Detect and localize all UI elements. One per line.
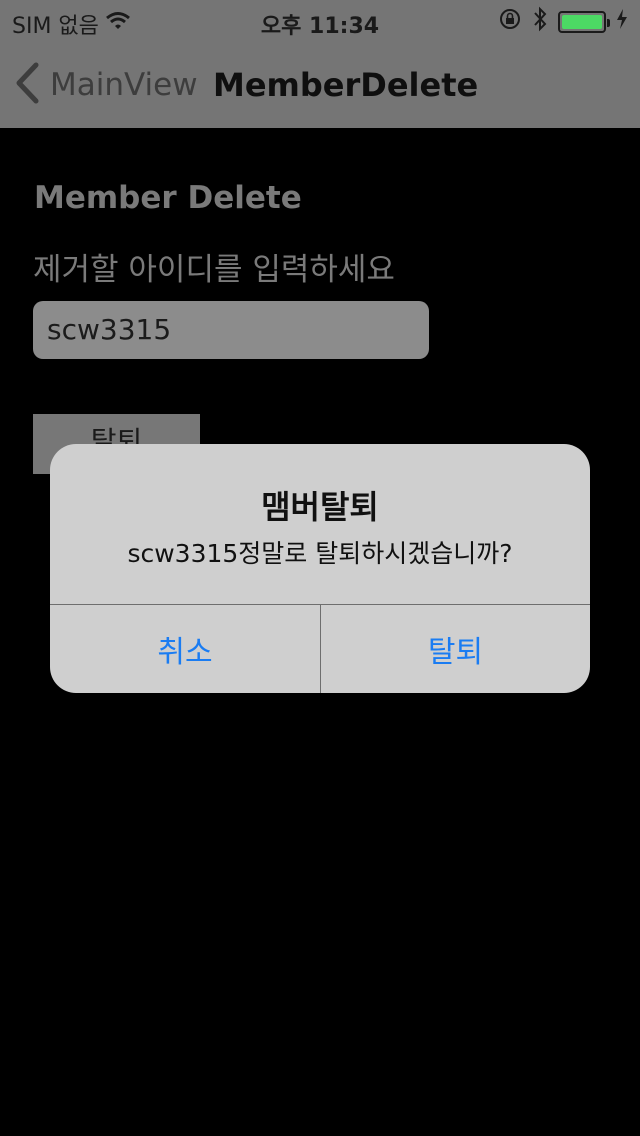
nav-title: MemberDelete [213, 66, 479, 104]
navigation-bar: MainView MemberDelete [0, 40, 640, 128]
rotation-lock-icon [498, 7, 522, 37]
id-prompt-label: 제거할 아이디를 입력하세요 [33, 252, 395, 288]
battery-fill [562, 15, 602, 29]
cancel-button[interactable]: 취소 [50, 605, 320, 693]
screen: SIM 없음 오후 11:34 MainView MemberDelete Me… [0, 0, 640, 1136]
confirm-withdraw-button[interactable]: 탈퇴 [321, 605, 590, 693]
status-bar: SIM 없음 오후 11:34 [0, 0, 640, 40]
confirm-alert: 맴버탈퇴 scw3315정말로 탈퇴하시겠습니까? 취소 탈퇴 [50, 444, 590, 693]
status-right [498, 6, 628, 38]
back-label: MainView [50, 67, 198, 103]
chevron-left-icon [14, 62, 40, 108]
member-id-input[interactable]: scw3315 [33, 301, 429, 359]
back-button[interactable]: MainView [14, 62, 198, 108]
charging-icon [616, 9, 628, 35]
alert-title: 맴버탈퇴 [261, 488, 379, 526]
battery-icon [558, 11, 610, 33]
alert-message: scw3315정말로 탈퇴하시겠습니까? [127, 539, 513, 568]
bluetooth-icon [532, 6, 548, 38]
top-bar: SIM 없음 오후 11:34 MainView MemberDelete [0, 0, 640, 128]
page-title: Member Delete [34, 180, 302, 216]
